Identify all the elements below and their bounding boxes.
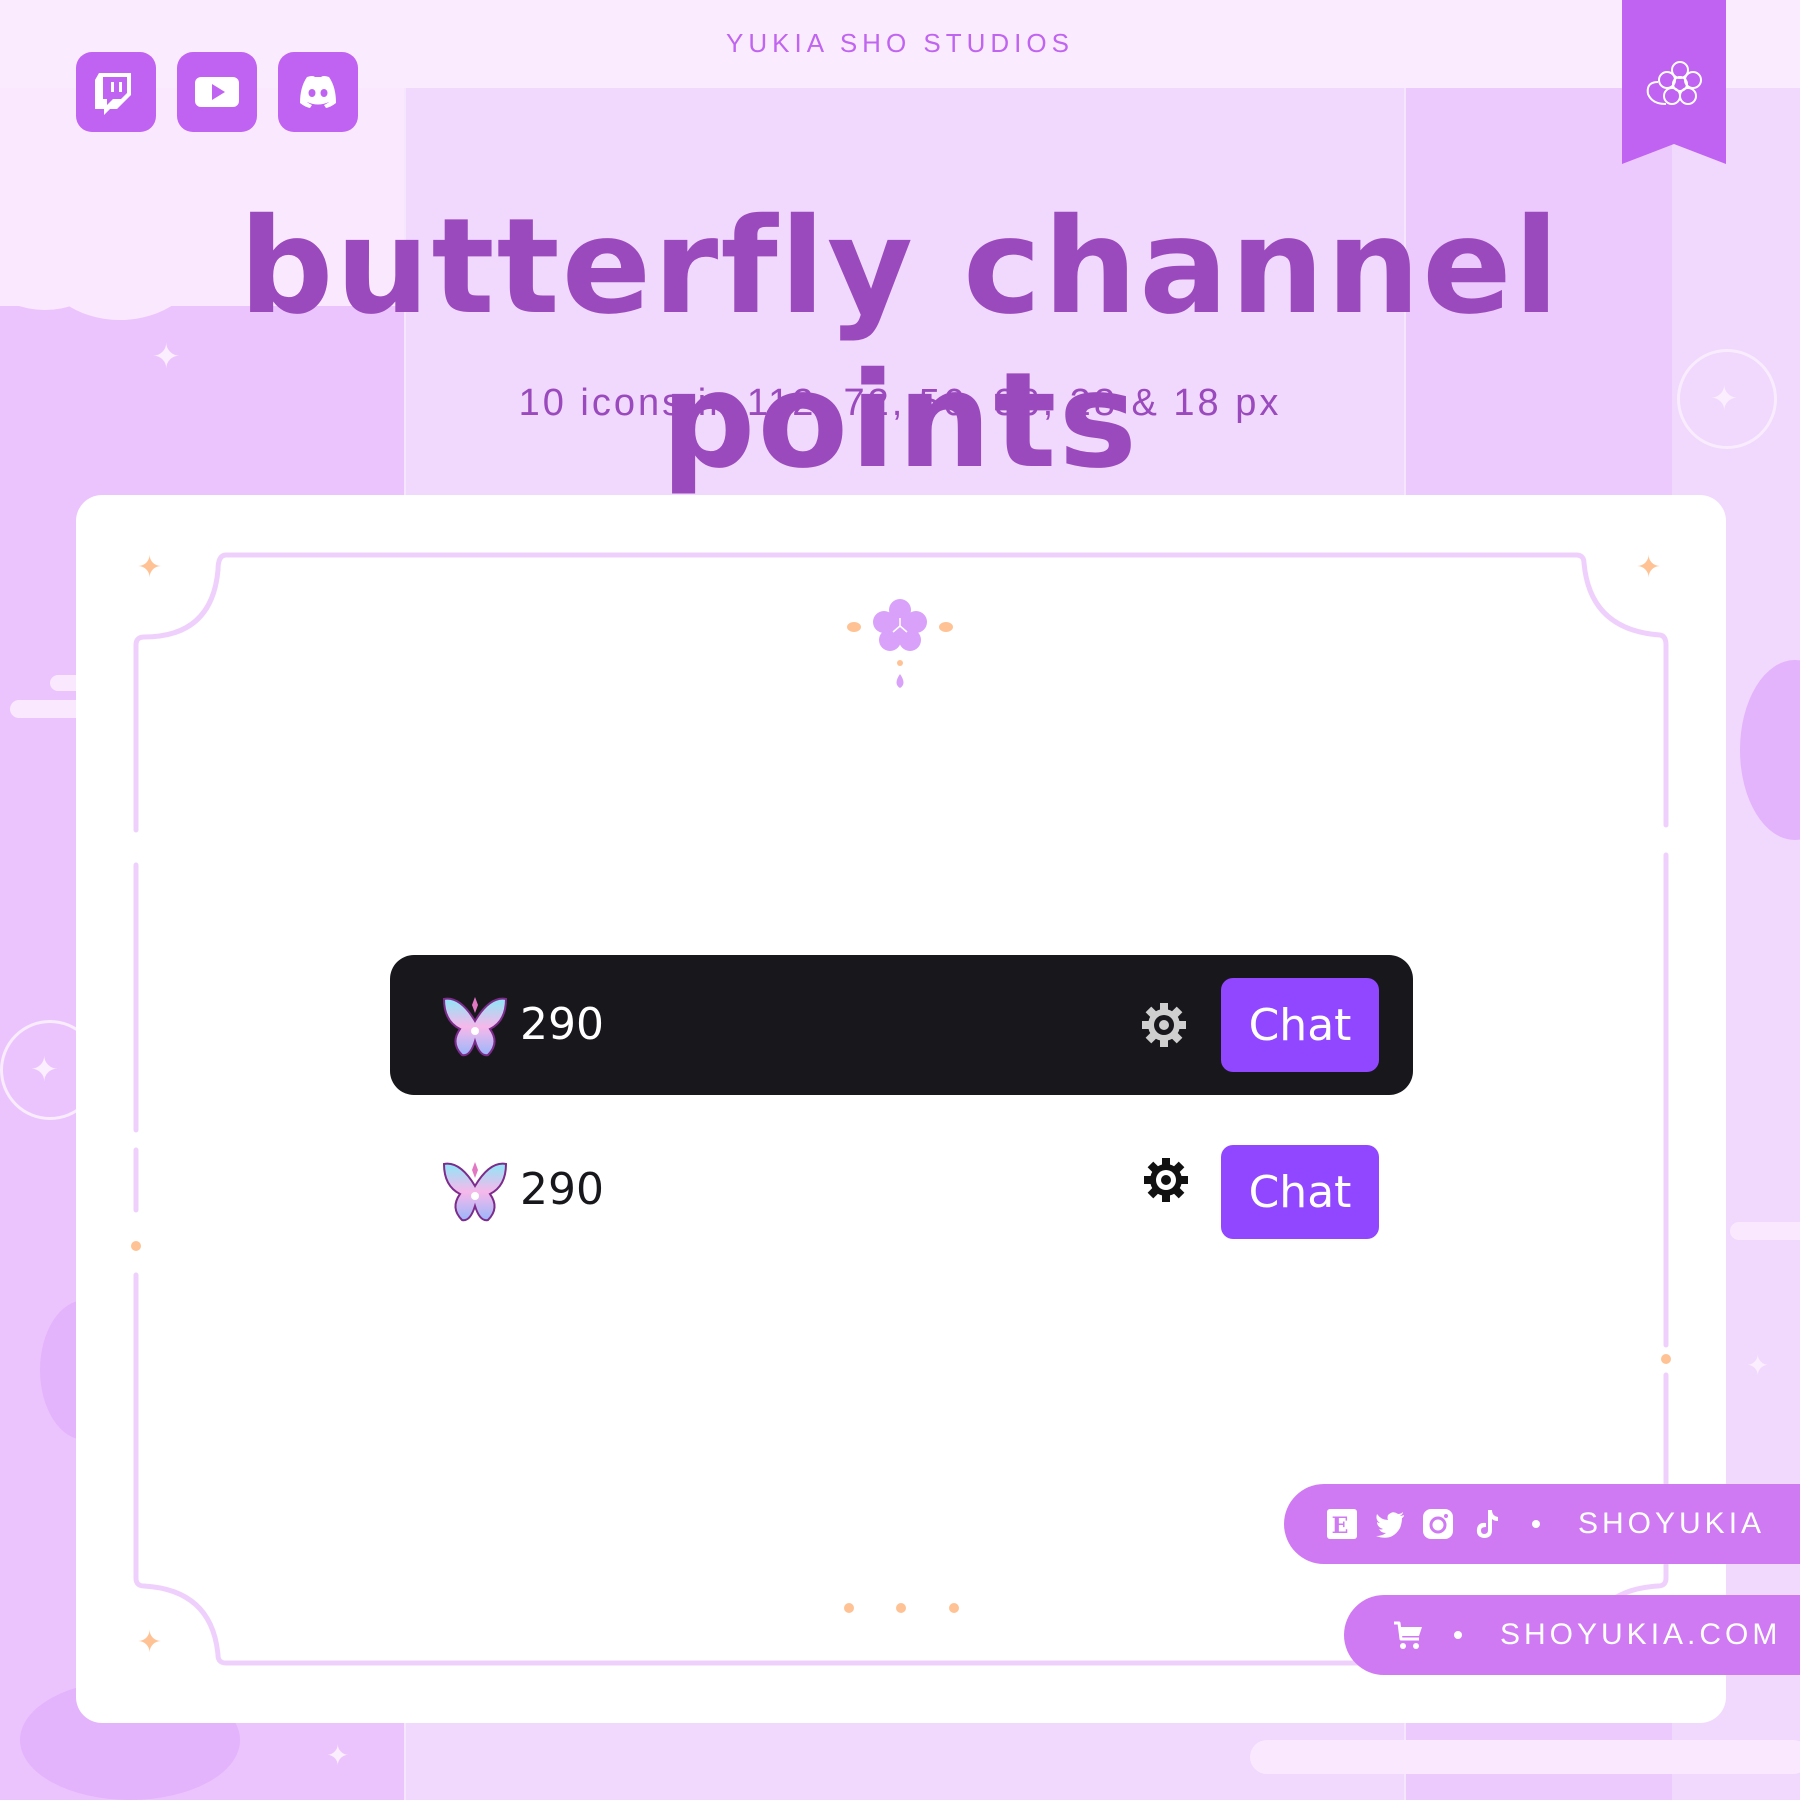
instagram-icon[interactable] <box>1422 1508 1454 1540</box>
tiktok-icon[interactable] <box>1470 1508 1502 1540</box>
sparkle-icon: ✦ <box>1746 1349 1770 1382</box>
website-link[interactable]: SHOYUKIA.COM <box>1500 1618 1781 1652</box>
studio-brand: YUKIA SHO STUDIOS <box>726 28 1074 58</box>
twitch-link[interactable] <box>76 52 156 132</box>
channel-points-bar-dark: 290 Chat <box>390 955 1413 1095</box>
sparkle-icon: ✦ <box>326 1739 350 1772</box>
sparkle-icon: ✦ <box>137 550 163 585</box>
separator-dot <box>1454 1631 1462 1639</box>
cloud-streak <box>1250 1740 1800 1774</box>
sakura-ornament-icon <box>847 599 953 688</box>
separator-dot <box>1532 1520 1540 1528</box>
dot-decoration <box>896 1603 906 1613</box>
points-value: 290 <box>520 999 604 1050</box>
gear-icon[interactable] <box>1142 1156 1190 1204</box>
sparkle-icon: ✦ <box>30 1050 59 1090</box>
channel-points-bar-light: 290 Chat <box>390 1120 1413 1260</box>
chat-button[interactable]: Chat <box>1221 978 1379 1072</box>
youtube-link[interactable] <box>177 52 257 132</box>
gear-icon[interactable] <box>1140 1001 1188 1049</box>
social-handle-pill[interactable]: E SHOYUKIA <box>1284 1484 1800 1564</box>
sparkle-icon: ✦ <box>1636 550 1662 585</box>
cloud-streak <box>1730 1222 1800 1240</box>
cart-icon <box>1394 1621 1422 1649</box>
butterfly-icon[interactable] <box>440 991 510 1061</box>
sparkle-icon: ✦ <box>137 1625 163 1660</box>
butterfly-icon[interactable] <box>440 1156 510 1226</box>
page-title: butterfly channel points <box>239 190 1561 498</box>
chat-button[interactable]: Chat <box>1221 1145 1379 1239</box>
dot-decoration <box>1661 1354 1671 1364</box>
dot-decoration <box>949 1603 959 1613</box>
points-value: 290 <box>520 1164 604 1215</box>
dot-decoration <box>131 1241 141 1251</box>
youtube-icon <box>195 77 239 107</box>
website-pill[interactable]: SHOYUKIA.COM <box>1344 1595 1800 1675</box>
social-handle-text[interactable]: SHOYUKIA <box>1578 1507 1765 1541</box>
twitch-icon <box>95 73 131 115</box>
twitter-icon[interactable] <box>1374 1508 1406 1540</box>
page-subtitle: 10 icons in 112, 72, 56, 36, 28 & 18 px <box>518 382 1282 424</box>
etsy-icon[interactable]: E <box>1326 1508 1358 1540</box>
discord-link[interactable] <box>278 52 358 132</box>
svg-text:E: E <box>1332 1513 1353 1539</box>
dot-decoration <box>844 1603 854 1613</box>
discord-icon <box>300 76 336 108</box>
bookmark-ribbon <box>1622 0 1726 164</box>
